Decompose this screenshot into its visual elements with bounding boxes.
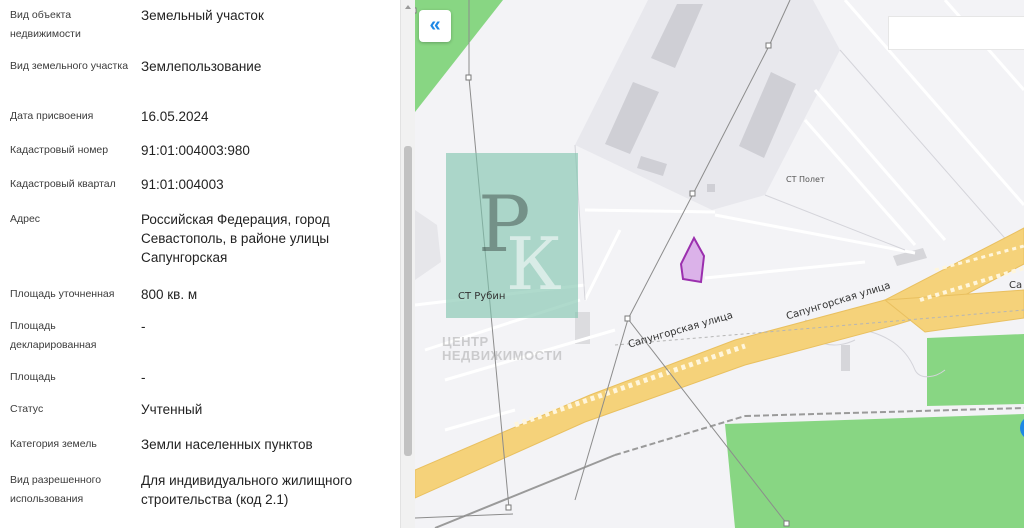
property-value: 800 кв. м [141,287,198,302]
property-label: Вид объекта недвижимости [10,9,81,40]
property-label: Кадастровый квартал [10,178,116,190]
scroll-up-arrow-icon[interactable] [405,5,411,9]
property-value: - [141,370,146,385]
property-info-panel: Вид объекта недвижимости Земельный участ… [0,0,400,528]
property-label: Адрес [10,213,41,225]
property-value: Учтенный [141,402,203,417]
map-label-st-rubin: СТ Рубин [458,291,506,302]
property-value: 16.05.2024 [141,109,209,124]
property-label: Площадь [10,371,56,383]
building [707,184,715,192]
property-value: - [141,319,146,334]
railway [614,415,746,456]
property-label: Категория земель [10,438,97,450]
panel-scrollbar[interactable] [400,0,415,528]
property-label: Статус [10,403,44,415]
property-label: Площадь декларированная [10,320,97,351]
watermark-caption: ЦЕНТР НЕДВИЖИМОСТИ [442,335,562,363]
selected-parcel-980[interactable] [679,235,706,284]
greenery-area-bottom [725,414,1024,528]
double-chevron-left-icon: « [429,13,441,36]
property-label: Дата присвоения [10,110,94,122]
scrollbar-thumb[interactable] [404,146,412,456]
greenery-area-right [927,334,1024,406]
railway [744,407,1024,417]
property-value: Земельный участок [141,8,264,23]
building [841,345,850,371]
property-value: Землепользование [141,59,262,74]
building-area-left [415,210,441,280]
property-value: 91:01:004003:980 [141,143,250,158]
map-search-input[interactable] [888,16,1024,50]
watermark-caption-line: ЦЕНТР [442,334,489,349]
watermark-caption-line: НЕДВИЖИМОСТИ [442,348,563,363]
property-value: Земли населенных пунктов [141,437,313,452]
watermark-letter-k: К [506,222,562,306]
collapse-panel-button[interactable]: « [419,10,451,42]
cadastral-map[interactable]: Р К ЦЕНТР НЕДВИЖИМОСТИ СТ Полет СТ Рубин… [415,0,1024,528]
property-label: Площадь уточненная [10,288,115,300]
property-label: Вид земельного участка [10,60,129,72]
property-label: Вид разрешенного использования [10,474,102,505]
property-value: Для индивидуального жилищного строительс… [141,473,353,507]
map-label-st-polet: СТ Полет [786,175,825,184]
map-label-street-partial: Са [1009,280,1023,291]
property-label: Кадастровый номер [10,144,109,156]
property-value: Российская Федерация, город Севастополь,… [141,212,330,265]
property-value: 91:01:004003 [141,177,224,192]
